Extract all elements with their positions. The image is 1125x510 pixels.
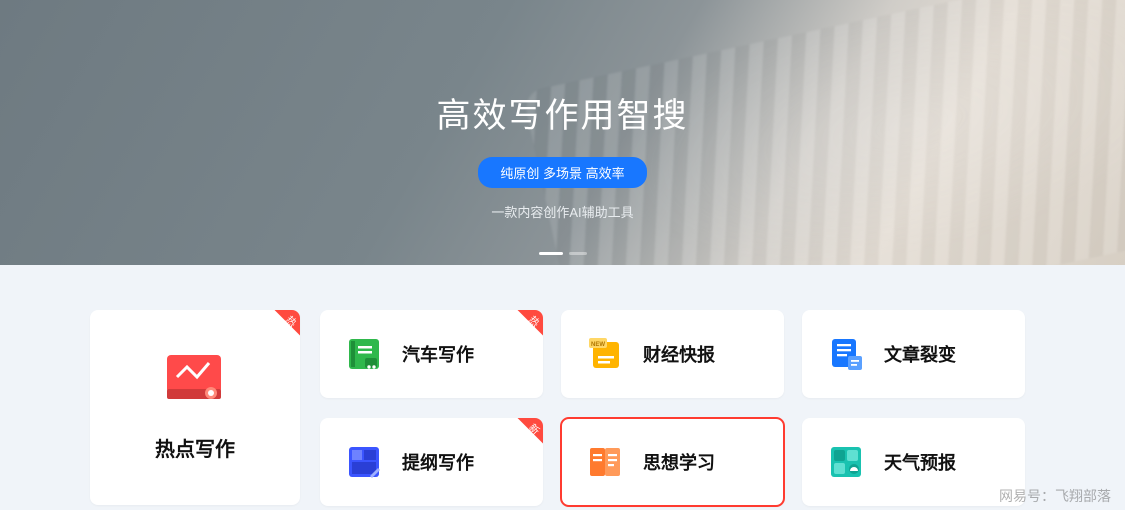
card-article-split[interactable]: 文章裂变: [802, 310, 1025, 398]
hero-subtitle: 一款内容创作AI辅助工具: [491, 202, 633, 221]
card-label: 文章裂变: [884, 341, 956, 367]
hero-banner: 高效写作用智搜 纯原创 多场景 高效率 一款内容创作AI辅助工具: [0, 0, 1125, 265]
monitor-chart-icon: [163, 353, 227, 405]
hot-badge: 热: [507, 310, 543, 346]
card-label: 思想学习: [643, 449, 715, 475]
open-book-icon: [587, 444, 623, 480]
card-outline-writing[interactable]: 新 提纲写作: [320, 418, 543, 506]
carousel-indicator[interactable]: [539, 252, 587, 255]
card-label: 天气预报: [884, 449, 956, 475]
book-car-icon: [346, 336, 382, 372]
card-weather-forecast[interactable]: 天气预报: [802, 418, 1025, 506]
docs-stack-icon: [828, 336, 864, 372]
layout-edit-icon: [346, 444, 382, 480]
category-cards: 热 热点写作 热: [0, 265, 1125, 506]
card-hot-writing[interactable]: 热 热点写作: [90, 310, 300, 505]
card-label: 汽车写作: [402, 341, 474, 367]
card-thought-study[interactable]: 思想学习: [561, 418, 784, 506]
news-badge-icon: NEW: [587, 336, 623, 372]
svg-text:NEW: NEW: [591, 342, 605, 348]
new-badge: 新: [507, 418, 543, 454]
weather-tile-icon: [828, 444, 864, 480]
card-auto-writing[interactable]: 热 汽车写作: [320, 310, 543, 398]
card-label: 热点写作: [155, 433, 235, 462]
hero-content: 高效写作用智搜 纯原创 多场景 高效率 一款内容创作AI辅助工具: [0, 88, 1125, 221]
card-label: 财经快报: [643, 341, 715, 367]
watermark: 网易号：飞翔部落: [999, 486, 1111, 506]
hero-title: 高效写作用智搜: [437, 88, 689, 137]
hot-badge: 热: [264, 310, 300, 346]
card-label: 提纲写作: [402, 449, 474, 475]
card-finance-news[interactable]: NEW 财经快报: [561, 310, 784, 398]
hero-tag-pill: 纯原创 多场景 高效率: [478, 157, 646, 188]
